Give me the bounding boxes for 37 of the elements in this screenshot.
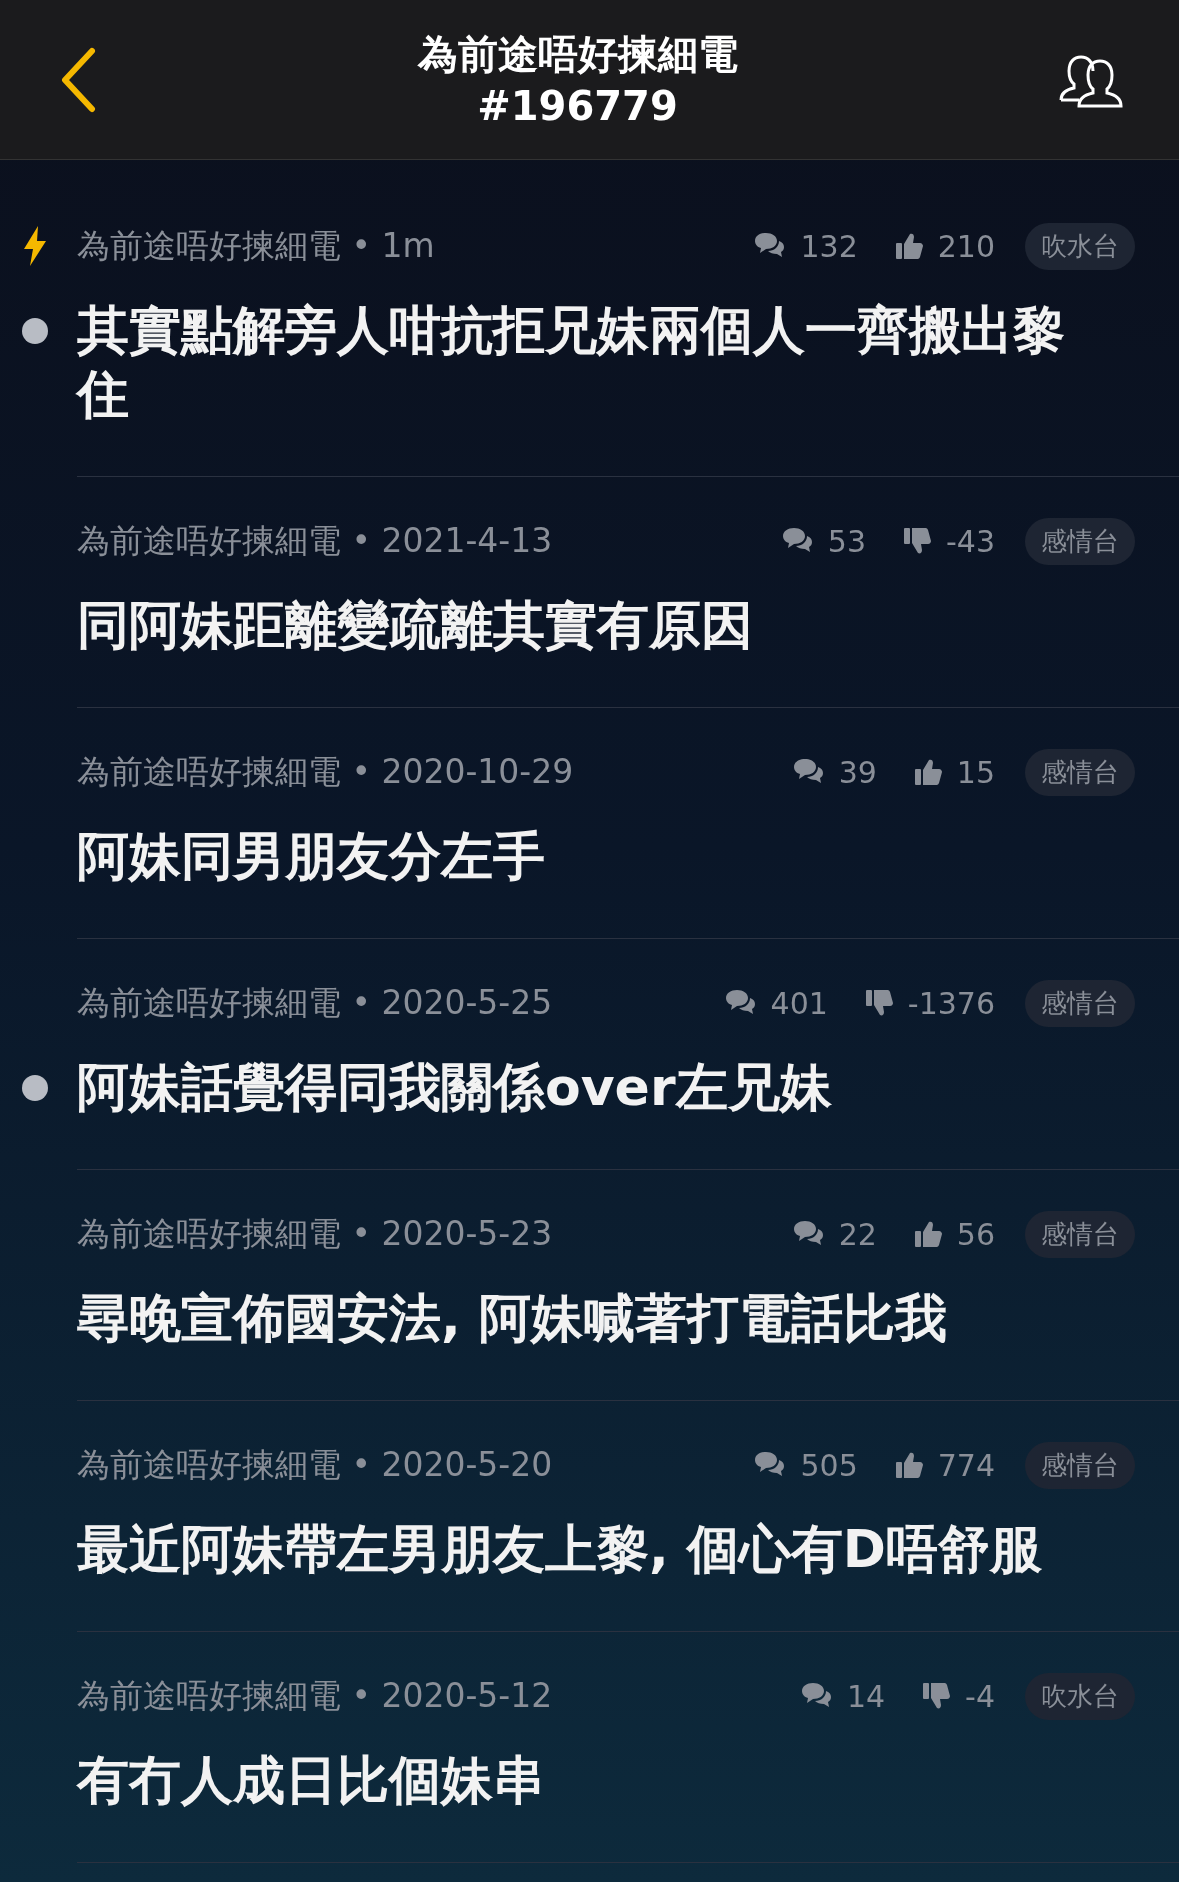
- category-tag[interactable]: 感情台: [1025, 517, 1135, 565]
- author-time: 為前途唔好揀細電 • 2020-5-20: [77, 1443, 553, 1486]
- score: -1376: [907, 985, 995, 1021]
- comment-count: 14: [846, 1678, 886, 1714]
- category-tag[interactable]: 感情台: [1025, 1210, 1135, 1258]
- category-tag[interactable]: 吹水台: [1025, 1672, 1135, 1720]
- score: 15: [956, 754, 995, 790]
- score: -43: [946, 523, 995, 559]
- category-tag[interactable]: 感情台: [1025, 979, 1135, 1027]
- score: 56: [956, 1216, 995, 1252]
- comment-count: 39: [838, 754, 877, 790]
- author-time: 為前途唔好揀細電 • 2020-10-29: [77, 750, 574, 793]
- author-time: 為前途唔好揀細電 • 2021-4-13: [77, 519, 553, 562]
- thread-link[interactable]: 其實點解旁人咁抗拒兄妹兩個人一齊搬出黎住: [77, 298, 1087, 426]
- thread-link[interactable]: 阿妹話覺得同我關係over左兄妹: [77, 1055, 832, 1119]
- thread-title: 為前途唔好揀細電: [417, 29, 738, 78]
- category-tag[interactable]: 感情台: [1025, 1441, 1135, 1489]
- thread-link[interactable]: 最近阿妹帶左男朋友上黎, 個心有D唔舒服: [77, 1517, 1043, 1581]
- thread-number: #196779: [477, 81, 678, 130]
- author-time: 為前途唔好揀細電 • 1m: [77, 224, 435, 267]
- author-time: 為前途唔好揀細電 • 2020-5-23: [77, 1212, 553, 1255]
- comment-count: 22: [838, 1216, 877, 1252]
- category-tag[interactable]: 吹水台: [1025, 222, 1135, 270]
- comment-count: 505: [800, 1447, 858, 1483]
- thread-link[interactable]: 有冇人成日比個妹串: [77, 1748, 545, 1812]
- comment-count: 401: [770, 985, 828, 1021]
- comment-count: 132: [800, 228, 858, 264]
- comment-count: 53: [827, 523, 866, 559]
- score: -4: [965, 1678, 995, 1714]
- category-tag[interactable]: 感情台: [1025, 748, 1135, 796]
- score: 774: [937, 1447, 995, 1483]
- author-time: 為前途唔好揀細電 • 2020-5-25: [77, 981, 553, 1024]
- thread-link[interactable]: 尋晚宣佈國安法, 阿妹喊著打電話比我: [77, 1286, 947, 1350]
- thread-link[interactable]: 同阿妹距離變疏離其實有原因: [77, 593, 753, 657]
- score: 210: [937, 228, 995, 264]
- author-time: 為前途唔好揀細電 • 2020-5-12: [77, 1674, 553, 1717]
- thread-link[interactable]: 阿妹同男朋友分左手: [77, 824, 545, 888]
